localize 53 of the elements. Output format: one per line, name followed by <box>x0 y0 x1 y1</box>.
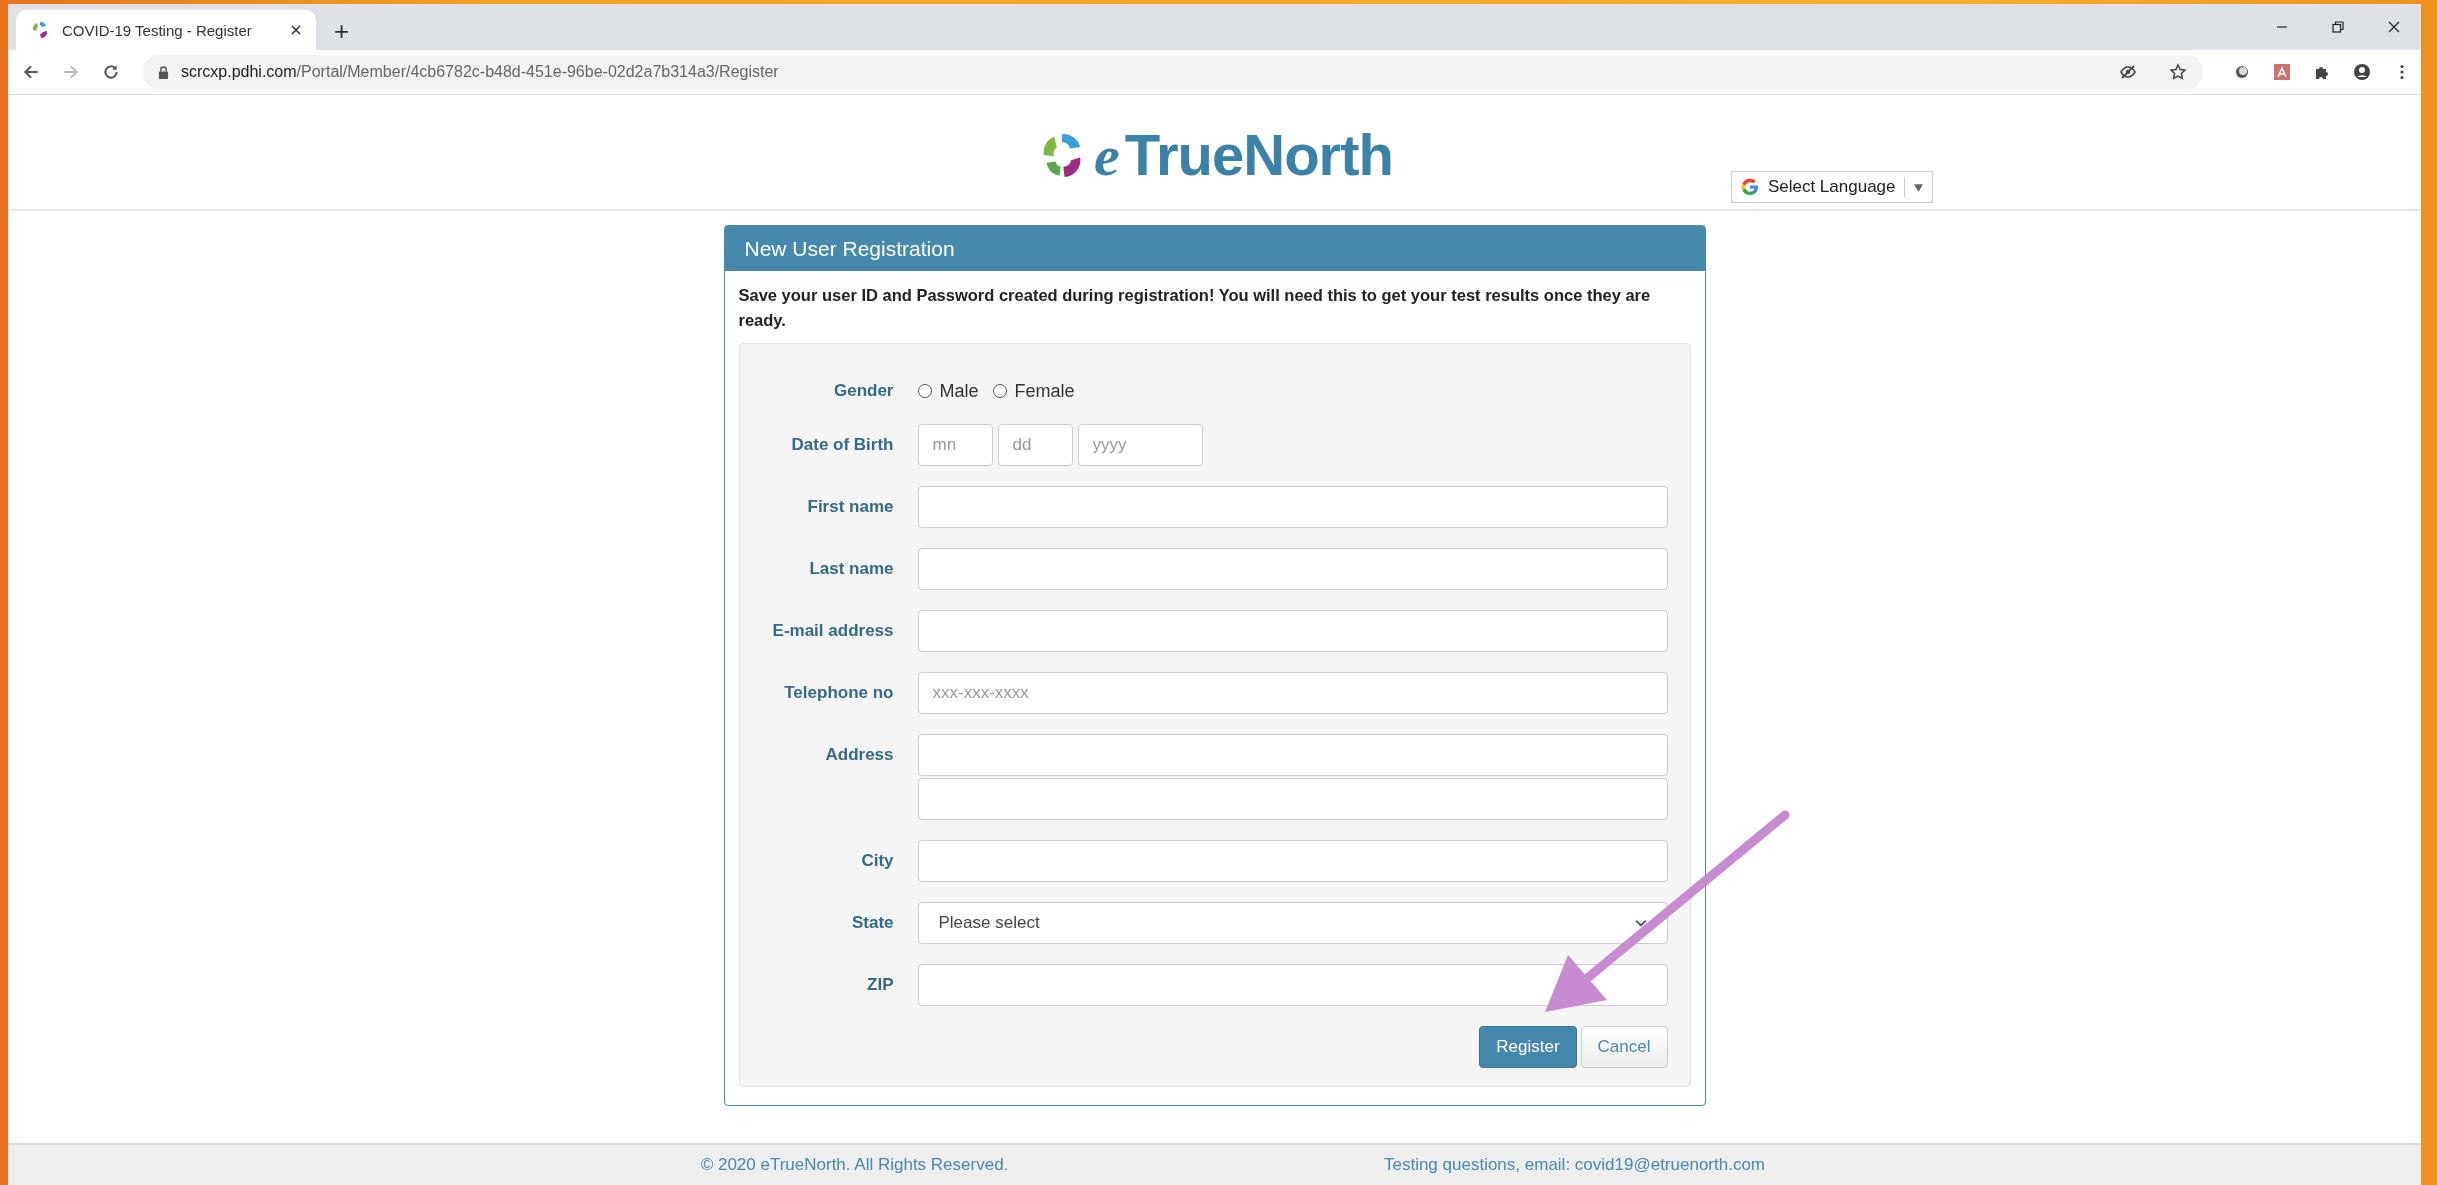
date-part-field[interactable]: yyyy <box>1077 424 1203 466</box>
input-field[interactable] <box>917 778 1668 820</box>
state-select[interactable]: Please select <box>917 902 1668 944</box>
input-field[interactable] <box>917 734 1668 776</box>
field-label: Date of Birth <box>790 434 894 456</box>
field-label: E-mail address <box>771 620 894 642</box>
input-field[interactable] <box>917 486 1668 528</box>
reload-icon[interactable] <box>102 63 120 81</box>
new-tab-button[interactable]: + <box>334 18 350 44</box>
cancel-button[interactable]: Cancel <box>1580 1026 1668 1068</box>
radio-button[interactable] <box>992 384 1007 398</box>
restore-icon[interactable] <box>2331 20 2345 34</box>
swirl-logo-icon <box>30 20 50 40</box>
chevron-down-icon <box>1634 919 1647 927</box>
field-label: State <box>850 912 894 934</box>
input-field[interactable] <box>917 840 1668 882</box>
profile-icon[interactable] <box>2353 63 2371 81</box>
field-label: Gender <box>832 380 894 402</box>
input-field[interactable] <box>917 964 1668 1006</box>
field-label: ZIP <box>866 974 894 996</box>
language-select[interactable]: Select Language <box>1730 171 1933 203</box>
field-label: First name <box>806 496 894 518</box>
input-field[interactable]: xxx-xxx-xxxx <box>917 672 1668 714</box>
notice-text: Save your user ID and Password created during registration! You will need this to get your test results once they are ready. <box>738 285 1652 331</box>
dropdown-triangle-icon <box>1912 181 1924 193</box>
back-arrow-icon[interactable] <box>22 63 40 81</box>
address-bar[interactable]: scrcxp.pdhi.com/Portal/Member/4cb6782c-b48d-451e-96be-02d2a7b314a3/Register <box>142 55 2203 89</box>
radio-label: Male <box>939 380 979 402</box>
input-field[interactable] <box>917 610 1668 652</box>
field-label: Telephone no <box>783 682 894 704</box>
field-label: Address <box>824 744 894 766</box>
close-icon[interactable] <box>290 24 302 36</box>
circle-icon[interactable] <box>2233 63 2251 81</box>
pdf-icon[interactable] <box>2273 63 2291 81</box>
browser-tab[interactable]: COVID-19 Testing - Register <box>16 10 316 50</box>
date-part-field[interactable]: dd <box>997 424 1073 466</box>
radio-label: Female <box>1014 380 1075 402</box>
star-icon[interactable] <box>2169 63 2187 81</box>
register-button[interactable]: Register <box>1479 1026 1577 1068</box>
eye-slash-icon[interactable] <box>2119 63 2137 81</box>
panel-title: New User Registration <box>744 236 955 261</box>
field-label: Last name <box>808 558 894 580</box>
date-part-field[interactable]: mn <box>917 424 993 466</box>
logo-wordmark: eTrueNorth <box>1094 121 1393 189</box>
contact-text: Testing questions, email: covid19@etruenorth.com <box>1382 1155 1767 1175</box>
lock-icon <box>158 65 169 79</box>
google-g-icon <box>1739 177 1760 197</box>
copyright-text: © 2020 eTrueNorth. All Rights Reserved. <box>699 1155 1010 1175</box>
input-field[interactable] <box>917 548 1668 590</box>
close-icon[interactable] <box>2387 20 2401 34</box>
url-text: scrcxp.pdhi.com/Portal/Member/4cb6782c-b48d-451e-96be-02d2a7b314a3/Register <box>181 63 779 81</box>
radio-button[interactable] <box>917 384 932 398</box>
field-label: City <box>860 850 894 872</box>
